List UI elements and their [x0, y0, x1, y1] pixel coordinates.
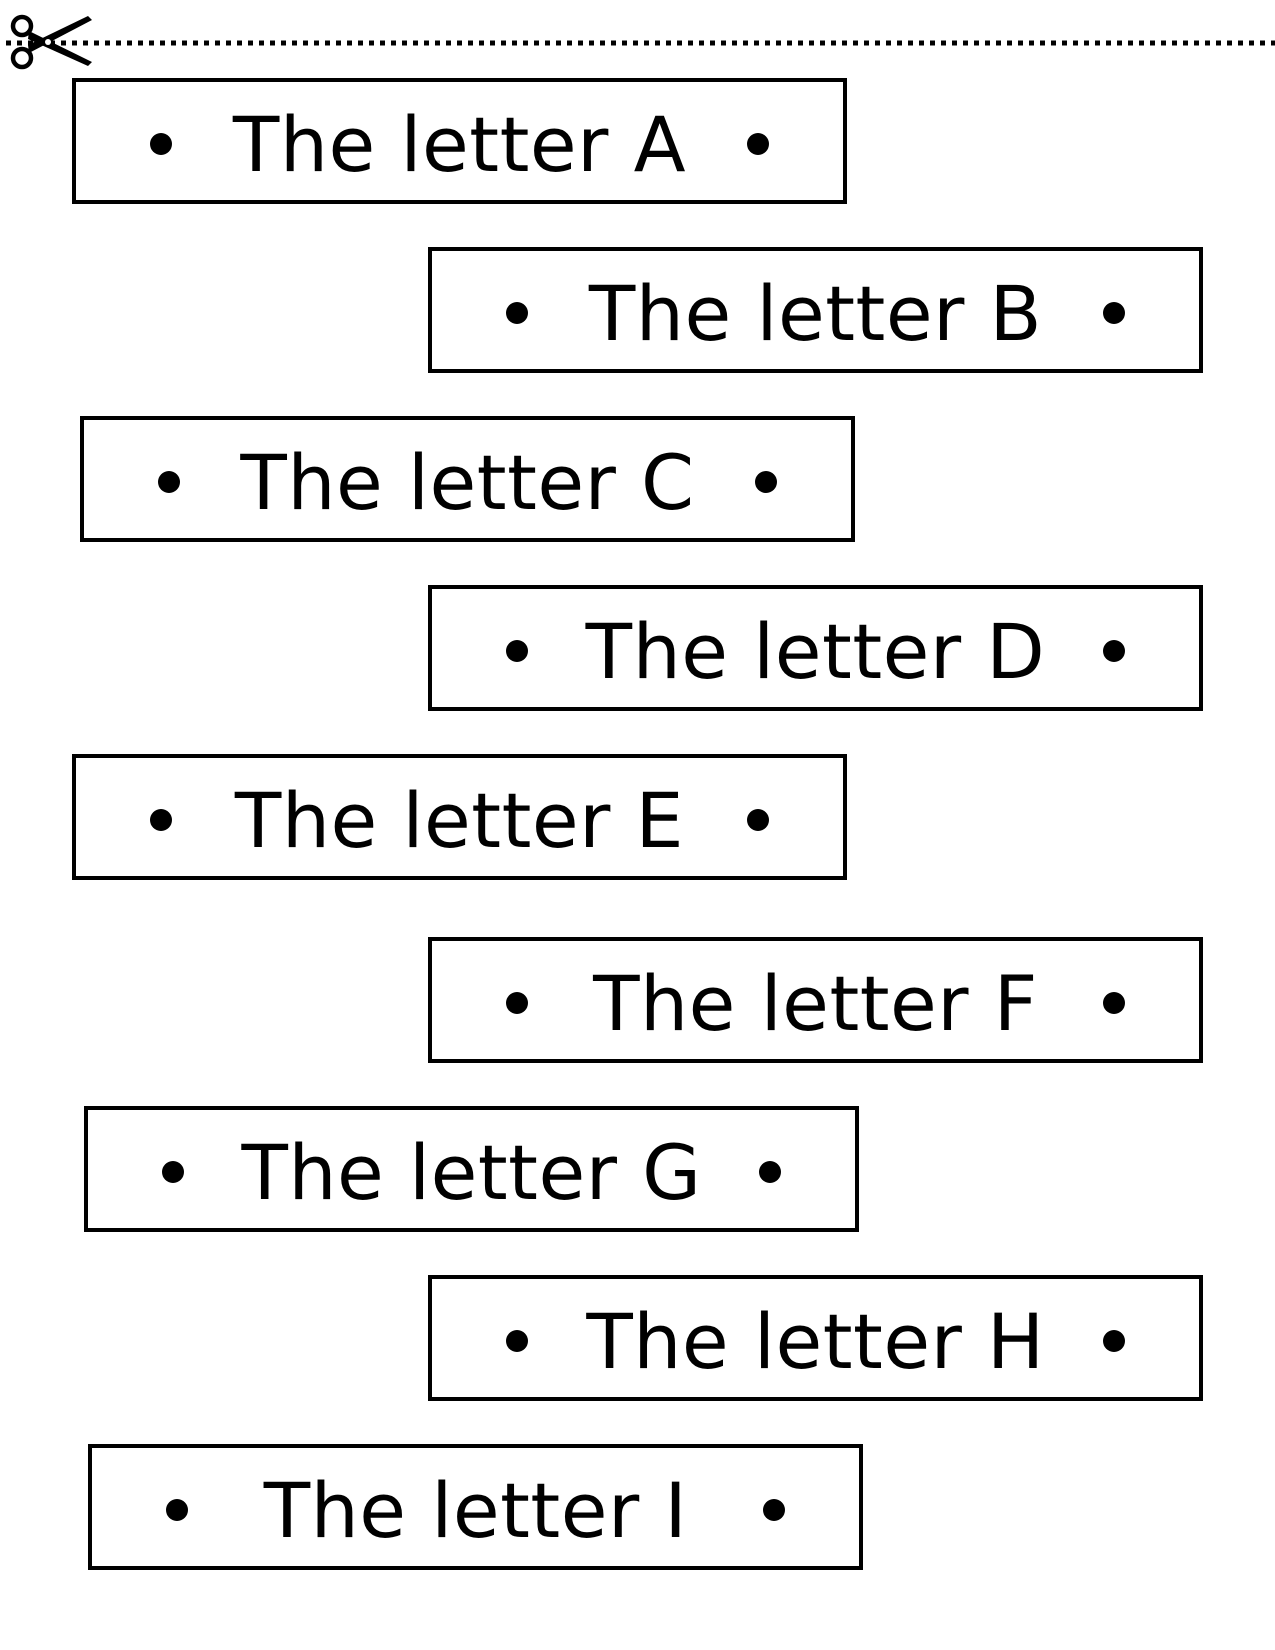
strip-label: The letter H: [586, 1297, 1045, 1386]
cut-line: [0, 35, 1275, 51]
right-bullet-dot: [1103, 302, 1125, 324]
left-bullet-dot: [158, 471, 180, 493]
letter-strip-f: The letter F: [428, 937, 1203, 1063]
strip-label: The letter A: [232, 100, 687, 189]
letter-strip-b: The letter B: [428, 247, 1203, 373]
strip-label: The letter I: [263, 1466, 688, 1555]
right-bullet-dot: [1103, 640, 1125, 662]
strip-label: The letter C: [240, 438, 695, 527]
scissors-icon: [10, 14, 92, 70]
strip-label: The letter B: [588, 269, 1043, 358]
letter-strip-g: The letter G: [84, 1106, 859, 1232]
letter-strip-e: The letter E: [72, 754, 847, 880]
left-bullet-dot: [506, 302, 528, 324]
letter-strip-a: The letter A: [72, 78, 847, 204]
letter-strip-i: The letter I: [88, 1444, 863, 1570]
right-bullet-dot: [1103, 1330, 1125, 1352]
left-bullet-dot: [162, 1161, 184, 1183]
right-bullet-dot: [763, 1499, 785, 1521]
right-bullet-dot: [755, 471, 777, 493]
strip-label: The letter E: [234, 776, 685, 865]
letter-strip-d: The letter D: [428, 585, 1203, 711]
right-bullet-dot: [1103, 992, 1125, 1014]
right-bullet-dot: [759, 1161, 781, 1183]
strip-label: The letter D: [585, 607, 1046, 696]
left-bullet-dot: [506, 992, 528, 1014]
left-bullet-dot: [150, 809, 172, 831]
right-bullet-dot: [747, 133, 769, 155]
letter-strip-c: The letter C: [80, 416, 855, 542]
left-bullet-dot: [506, 640, 528, 662]
letter-strip-h: The letter H: [428, 1275, 1203, 1401]
right-bullet-dot: [747, 809, 769, 831]
strip-label: The letter F: [593, 959, 1038, 1048]
left-bullet-dot: [506, 1330, 528, 1352]
left-bullet-dot: [166, 1499, 188, 1521]
strip-label: The letter G: [241, 1128, 702, 1217]
left-bullet-dot: [150, 133, 172, 155]
